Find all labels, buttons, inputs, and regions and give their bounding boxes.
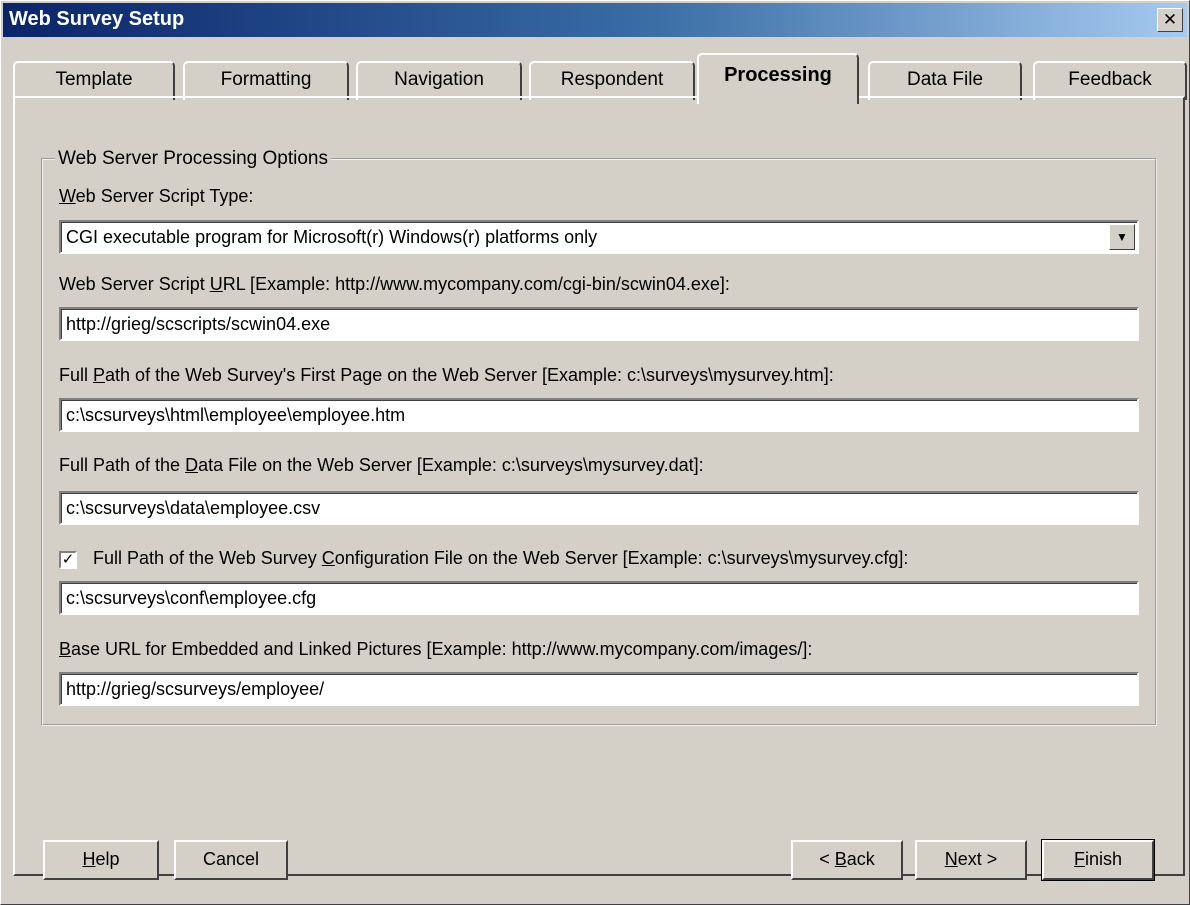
back-button[interactable]: < Back <box>791 840 903 880</box>
web-survey-setup-window: Web Survey Setup ✕ Template Formatting N… <box>0 0 1190 905</box>
base-url-label: Base URL for Embedded and Linked Picture… <box>59 639 813 659</box>
data-file-path-label: Full Path of the Data File on the Web Se… <box>59 455 704 475</box>
cancel-button[interactable]: Cancel <box>174 840 288 880</box>
chevron-down-icon[interactable]: ▼ <box>1109 224 1135 250</box>
tab-template[interactable]: Template <box>13 61 175 100</box>
script-type-label: Web Server Script Type: <box>59 186 254 206</box>
config-file-path-input[interactable]: c:\scsurveys\conf\employee.cfg <box>59 581 1139 615</box>
processing-tab-panel: Web Server Processing Options Web Server… <box>13 96 1185 876</box>
close-icon: ✕ <box>1162 10 1178 29</box>
tab-formatting[interactable]: Formatting <box>183 61 349 100</box>
tab-data-file[interactable]: Data File <box>868 61 1022 100</box>
config-file-checkbox[interactable]: ✓ <box>59 551 77 569</box>
tab-processing[interactable]: Processing <box>697 53 859 104</box>
tab-respondent[interactable]: Respondent <box>529 61 695 100</box>
close-button[interactable]: ✕ <box>1157 8 1183 32</box>
first-page-path-input[interactable]: c:\scsurveys\html\employee\employee.htm <box>59 398 1139 432</box>
tab-navigation[interactable]: Navigation <box>356 61 522 100</box>
group-title: Web Server Processing Options <box>58 148 328 169</box>
script-type-dropdown[interactable]: CGI executable program for Microsoft(r) … <box>59 220 1139 254</box>
tab-strip: Template Formatting Navigation Responden… <box>13 51 1188 104</box>
window-title: Web Survey Setup <box>9 8 185 30</box>
title-bar[interactable]: Web Survey Setup ✕ <box>3 3 1187 37</box>
data-file-path-input[interactable]: c:\scsurveys\data\employee.csv <box>59 491 1139 525</box>
config-file-path-label: Full Path of the Web Survey Configuratio… <box>93 548 909 568</box>
script-type-value: CGI executable program for Microsoft(r) … <box>66 227 598 247</box>
script-url-label: Web Server Script URL [Example: http://w… <box>59 274 730 294</box>
help-button[interactable]: Help <box>43 840 159 880</box>
finish-button[interactable]: Finish <box>1041 839 1155 881</box>
base-url-input[interactable]: http://grieg/scsurveys/employee/ <box>59 672 1139 706</box>
tab-feedback[interactable]: Feedback <box>1033 61 1187 100</box>
first-page-path-label: Full Path of the Web Survey's First Page… <box>59 365 834 385</box>
script-url-input[interactable]: http://grieg/scscripts/scwin04.exe <box>59 307 1139 341</box>
next-button[interactable]: Next > <box>915 840 1027 880</box>
